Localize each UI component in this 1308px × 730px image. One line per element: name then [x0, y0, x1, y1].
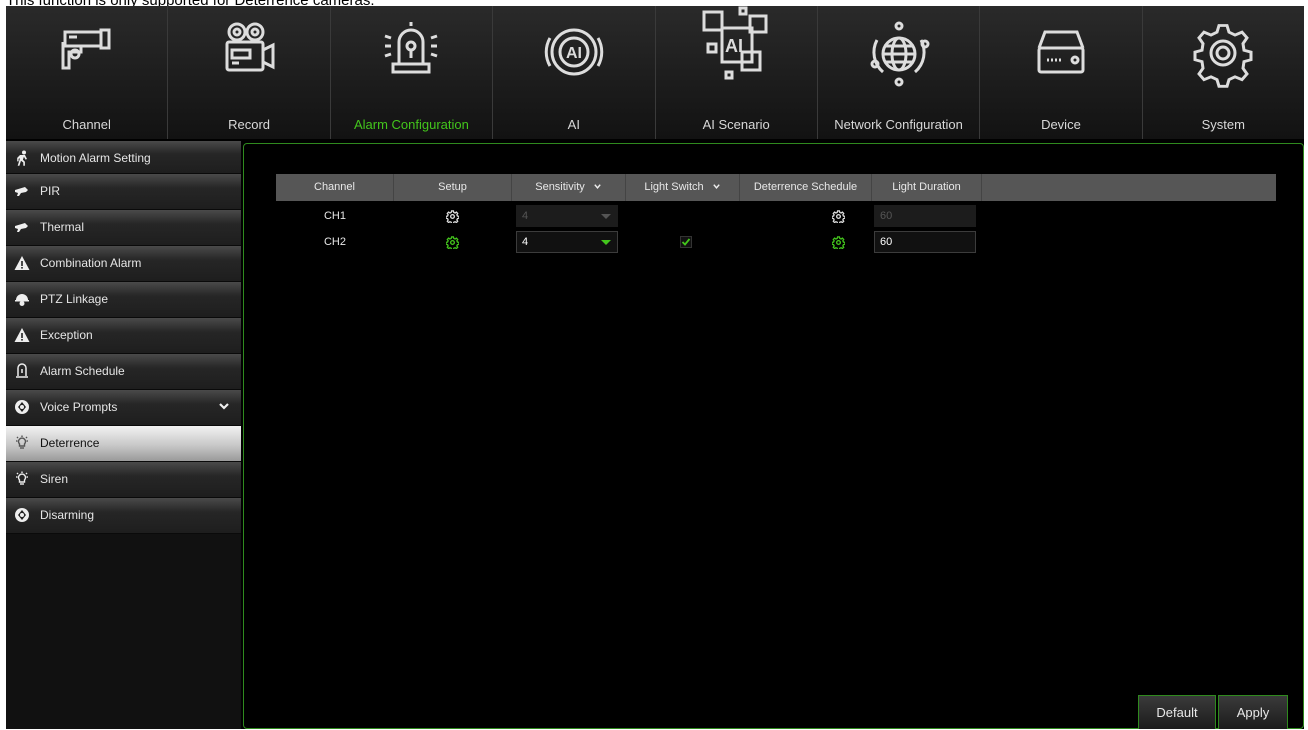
light-switch-checkbox[interactable] — [680, 236, 692, 248]
sensitivity-select[interactable]: 4 — [516, 231, 618, 253]
nav-label: System — [1201, 117, 1245, 132]
sidebar-item-voice-prompts[interactable]: Voice Prompts — [6, 390, 241, 426]
ai-scenario-icon: AI — [702, 6, 768, 80]
sidebar-item-disarming[interactable]: Disarming — [6, 498, 241, 534]
column-light-duration: Light Duration — [872, 174, 982, 201]
sidebar-item-label: PIR — [40, 184, 61, 198]
setup-gear-icon[interactable] — [446, 236, 459, 249]
column-light-switch[interactable]: Light Switch — [626, 174, 740, 201]
sidebar-item-label: Voice Prompts — [40, 400, 118, 414]
nav-label: Device — [1041, 117, 1081, 132]
globe-icon — [870, 21, 930, 87]
default-button[interactable]: Default — [1138, 695, 1216, 729]
camera-icon — [61, 28, 111, 70]
table-row: CH1 4 60 — [276, 205, 1276, 229]
chevron-down-icon — [594, 184, 601, 189]
column-setup: Setup — [394, 174, 512, 201]
sidebar-item-label: Thermal — [40, 220, 85, 234]
warning-icon — [14, 256, 30, 270]
running-person-icon — [17, 150, 27, 166]
light-duration-input[interactable]: 60 — [874, 231, 976, 253]
sidebar-item-deterrence[interactable]: Deterrence — [6, 426, 241, 462]
schedule-gear-icon[interactable] — [832, 236, 845, 249]
nav-alarm-configuration[interactable]: Alarm Configuration — [331, 6, 494, 139]
svg-text:AI: AI — [725, 36, 743, 56]
sidebar-item-siren[interactable]: Siren — [6, 462, 241, 498]
voice-icon — [15, 400, 29, 414]
gear-icon — [1193, 24, 1253, 88]
channel-cell: CH2 — [323, 236, 346, 248]
warning-icon — [14, 328, 30, 342]
nav-label: Alarm Configuration — [353, 117, 469, 132]
apply-button[interactable]: Apply — [1218, 695, 1288, 729]
nav-label: AI Scenario — [702, 117, 770, 132]
ai-icon: AI — [544, 28, 603, 76]
nav-label: Record — [228, 117, 271, 132]
thermal-icon — [15, 223, 28, 232]
alarm-light-icon — [384, 22, 438, 74]
nav-system[interactable]: System — [1143, 6, 1304, 139]
nav-record[interactable]: Record — [168, 6, 331, 139]
sidebar-item-alarm-schedule[interactable]: Alarm Schedule — [6, 354, 241, 390]
chevron-down-icon[interactable] — [217, 399, 231, 413]
column-deterrence-schedule: Deterrence Schedule — [740, 174, 872, 201]
schedule-icon — [16, 363, 28, 378]
sidebar-item-exception[interactable]: Exception — [6, 318, 241, 354]
svg-text:AI: AI — [566, 45, 582, 62]
chevron-down-icon — [712, 184, 720, 189]
sidebar: Motion Alarm Setting PIR Thermal Combina… — [6, 141, 241, 729]
column-empty — [982, 174, 1276, 201]
table-row: CH2 4 60 — [276, 231, 1276, 255]
nav-channel[interactable]: Channel — [6, 6, 169, 139]
sidebar-item-combination-alarm[interactable]: Combination Alarm — [6, 246, 241, 282]
sensitivity-select: 4 — [516, 205, 618, 227]
schedule-gear-icon[interactable] — [832, 210, 845, 223]
light-duration-input: 60 — [874, 205, 976, 227]
siren-icon — [16, 471, 28, 485]
top-nav: Channel Record Alarm Configuration AI AI… — [6, 6, 1304, 139]
dropdown-arrow-icon — [601, 214, 611, 219]
pir-sensor-icon — [15, 187, 28, 196]
dropdown-arrow-icon — [601, 240, 611, 245]
sidebar-item-label: Exception — [40, 328, 93, 342]
sidebar-item-label: Motion Alarm Setting — [40, 151, 151, 165]
table-header: Channel Setup Sensitivity Light Switch D… — [276, 174, 1276, 201]
column-sensitivity[interactable]: Sensitivity — [512, 174, 626, 201]
nav-ai[interactable]: AI AI — [493, 6, 656, 139]
sidebar-item-motion-alarm-setting[interactable]: Motion Alarm Setting — [6, 141, 241, 174]
sidebar-item-label: Siren — [40, 472, 69, 486]
sidebar-item-pir[interactable]: PIR — [6, 174, 241, 210]
setup-gear-icon[interactable] — [446, 210, 459, 223]
nav-device[interactable]: Device — [980, 6, 1143, 139]
sidebar-item-label: PTZ Linkage — [40, 292, 109, 306]
channel-cell: CH1 — [323, 210, 346, 222]
nav-label: AI — [567, 117, 580, 132]
hard-drive-icon — [1037, 30, 1085, 74]
video-camera-icon — [225, 22, 275, 72]
sidebar-item-ptz-linkage[interactable]: PTZ Linkage — [6, 282, 241, 318]
dvr-window: Channel Record Alarm Configuration AI AI… — [6, 6, 1304, 729]
nav-network-configuration[interactable]: Network Configuration — [818, 6, 981, 139]
nav-label: Network Configuration — [834, 117, 963, 132]
deterrence-panel: Channel Setup Sensitivity Light Switch D… — [243, 143, 1304, 729]
disarm-icon — [15, 508, 29, 522]
sidebar-item-label: Disarming — [40, 508, 95, 522]
sidebar-item-label: Deterrence — [40, 436, 100, 450]
sidebar-item-label: Combination Alarm — [40, 256, 142, 270]
ptz-camera-icon — [15, 294, 29, 306]
light-bulb-icon — [16, 435, 28, 449]
sidebar-item-label: Alarm Schedule — [40, 364, 125, 378]
nav-label: Channel — [62, 117, 111, 132]
sidebar-item-thermal[interactable]: Thermal — [6, 210, 241, 246]
column-channel: Channel — [276, 174, 394, 201]
nav-ai-scenario[interactable]: AI AI Scenario — [656, 6, 818, 139]
